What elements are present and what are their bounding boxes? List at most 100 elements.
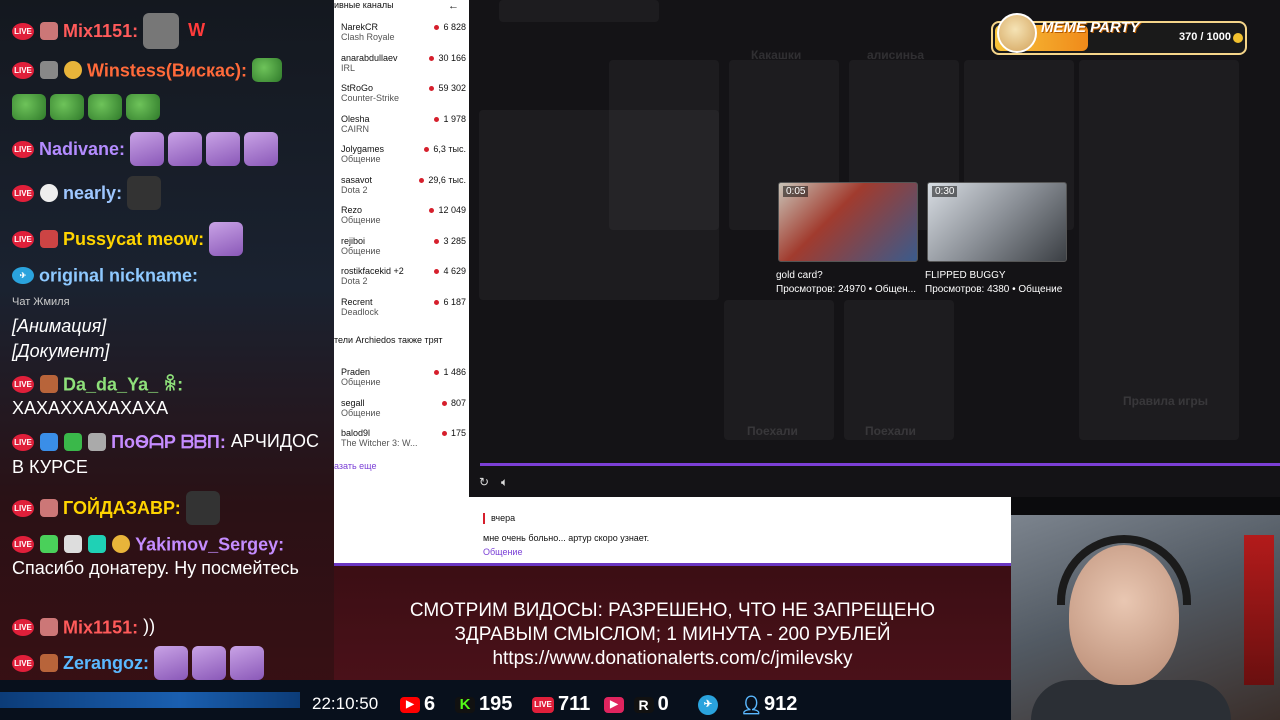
collapse-arrow-icon[interactable]: ← (448, 0, 459, 12)
emote-icon (154, 646, 189, 680)
chat-message: ✈ original nickname: (12, 262, 330, 287)
emote-icon (244, 132, 279, 166)
emote-icon (168, 132, 203, 166)
clip-duration: 0:05 (783, 186, 809, 197)
pepe-emote-icon (252, 58, 283, 83)
channel-row[interactable]: Recrent Deadlock 6 187 (341, 297, 466, 325)
channel-row[interactable]: Olesha CAIRN 1 978 (341, 114, 466, 142)
rutube-icon: R (633, 696, 654, 713)
chat-text: )) (143, 616, 156, 636)
chat-nick: Pussycat meow: (63, 229, 205, 249)
channel-row[interactable]: segall Общение 807 (341, 398, 466, 426)
chat-nick: Nadivane: (39, 139, 126, 159)
channel-viewers: 4 629 (434, 266, 466, 276)
chat-nick: Mix1151: (63, 21, 139, 41)
bg-label: Поехали (865, 424, 916, 438)
chat-nick: Yakimov_Sergey: (135, 534, 285, 555)
flag-shape (1244, 535, 1274, 685)
live-badge-icon: LIVE (12, 61, 34, 79)
clip-meta: Просмотров: 24970 • Общен... (776, 284, 917, 295)
bg-label: Поехали (747, 424, 798, 438)
emote-icon (127, 176, 162, 210)
user-badge-icon (40, 61, 59, 80)
chat-text: W (188, 19, 206, 40)
channel-game: Dota 2 (341, 276, 368, 286)
meme-party-title: MEME PARTY (1041, 19, 1140, 36)
streamer-body (1031, 680, 1231, 720)
chat-nick: Da_da_Ya_ ꆜ: (63, 374, 184, 395)
channel-row[interactable]: rostikfacekid +2 Dota 24 629 (341, 266, 466, 294)
clip-thumbnail[interactable]: 0:30 (927, 182, 1067, 262)
volume-icon[interactable]: 🔈︎ (501, 475, 508, 490)
telegram-icon: ✈ (698, 694, 718, 715)
clip-title[interactable]: gold card? (776, 270, 823, 281)
live-badge-icon: LIVE (12, 433, 34, 451)
chat-nick: ГОЙДАЗАВР: (63, 498, 181, 518)
pepe-emote-icon (12, 94, 46, 120)
channel-row[interactable]: sasavot Dota 2 29,6 тыс. (341, 175, 466, 203)
chat-message: LIVE ГОЙДАЗАВР: (12, 491, 330, 525)
clip-title[interactable]: FLIPPED BUGGY (925, 270, 1006, 281)
channel-game: Clash Royale (341, 32, 395, 42)
channel-row[interactable]: rejiboi Общение 3 285 (341, 236, 466, 264)
chat-message: LIVE Zerangoz: (12, 646, 330, 680)
video-player[interactable]: Какашки алисиньа Поехали Поехали Правила… (469, 0, 1280, 497)
chat-nick: nearly: (63, 183, 123, 203)
user-badge-icon (112, 535, 131, 554)
kick-count: 195 (479, 693, 513, 715)
comment-category[interactable]: Общение (483, 547, 522, 557)
vk-live-count: 711 (558, 693, 591, 715)
channel-game: Counter-Strike (341, 93, 400, 103)
channel-viewers: 6 828 (434, 22, 466, 32)
user-badge-icon (40, 375, 59, 394)
chat-message: LIVE Mix1151: W (12, 13, 330, 49)
user-badge-icon (64, 535, 83, 554)
telegram-icon: ✈ (12, 266, 34, 284)
channel-viewers: 1 486 (434, 367, 466, 377)
clip-thumbnail[interactable]: 0:05 (778, 182, 918, 262)
replay-icon[interactable]: ↻ (479, 475, 489, 489)
live-badge-icon: LIVE (12, 230, 34, 248)
channel-game: Dota 2 (341, 184, 368, 195)
doge-icon (997, 13, 1037, 53)
rutube-count: 0 (657, 693, 669, 715)
channel-viewers: 3 285 (434, 236, 466, 246)
live-badge-icon: LIVE (12, 654, 34, 672)
emote-icon (185, 491, 220, 525)
emote-icon (192, 646, 227, 680)
live-badge-icon: LIVE (12, 184, 34, 202)
chat-subtitle: Чат Жмиля (12, 296, 70, 308)
channel-row[interactable]: anarabdullaev IRL 30 166 (341, 53, 466, 81)
banner-line-3: https://www.donationalerts.com/c/jmilevs… (492, 648, 853, 669)
channel-row[interactable]: Praden Общение 1 486 (341, 367, 466, 395)
chat-message: LIVE Yakimov_Sergey: (12, 531, 330, 556)
channel-row[interactable]: StRoGo Counter-Strike 59 302 (341, 83, 466, 111)
chat-text: Спасибо донатеру. Ну посмейтесь (12, 558, 299, 578)
clock: 22:10:50 (312, 694, 379, 713)
channel-viewers: 6,3 тыс. (424, 144, 466, 154)
channel-row[interactable]: Jolygames Общение 6,3 тыс. (341, 144, 466, 172)
chat-message: LIVE Nadivane: (12, 132, 330, 166)
banner-line-2: ЗДРАВЫМ СМЫСЛОМ; 1 МИНУТА - 200 РУБЛЕЙ (454, 624, 891, 645)
live-badge-icon: LIVE (12, 499, 34, 517)
live-badge-icon: LIVE (12, 140, 34, 158)
channel-viewers: 6 187 (434, 297, 466, 307)
donation-banner: СМОТРИМ ВИДОСЫ: РАЗРЕШЕНО, ЧТО НЕ ЗАПРЕЩ… (334, 566, 1011, 680)
meme-party-progress: 370 / 1000 (1179, 31, 1231, 43)
channel-row[interactable]: Rezo Общение 12 049 (341, 205, 466, 233)
meme-party-widget: MEME PARTY 370 / 1000 (991, 13, 1247, 55)
emote-row (12, 94, 164, 120)
channel-viewers: 12 049 (429, 205, 466, 215)
youtube-count: 6 (424, 693, 436, 715)
person-icon: 👤︎ (740, 694, 763, 715)
bg-label: Правила игры (1123, 394, 1208, 408)
show-more-link[interactable]: азать еще (334, 461, 376, 471)
channel-row[interactable]: balod9l The Witcher 3: W... 175 (341, 428, 466, 456)
channel-game: CAIRN (341, 123, 370, 134)
channel-row[interactable]: NarekCR Clash Royale 6 828 (341, 22, 466, 50)
pepe-emote-icon (50, 94, 84, 120)
webcam-feed (1011, 515, 1280, 720)
video-progress-bar[interactable] (480, 463, 1280, 466)
chat-text: [Документ] (12, 341, 110, 361)
bg-element (844, 300, 954, 440)
